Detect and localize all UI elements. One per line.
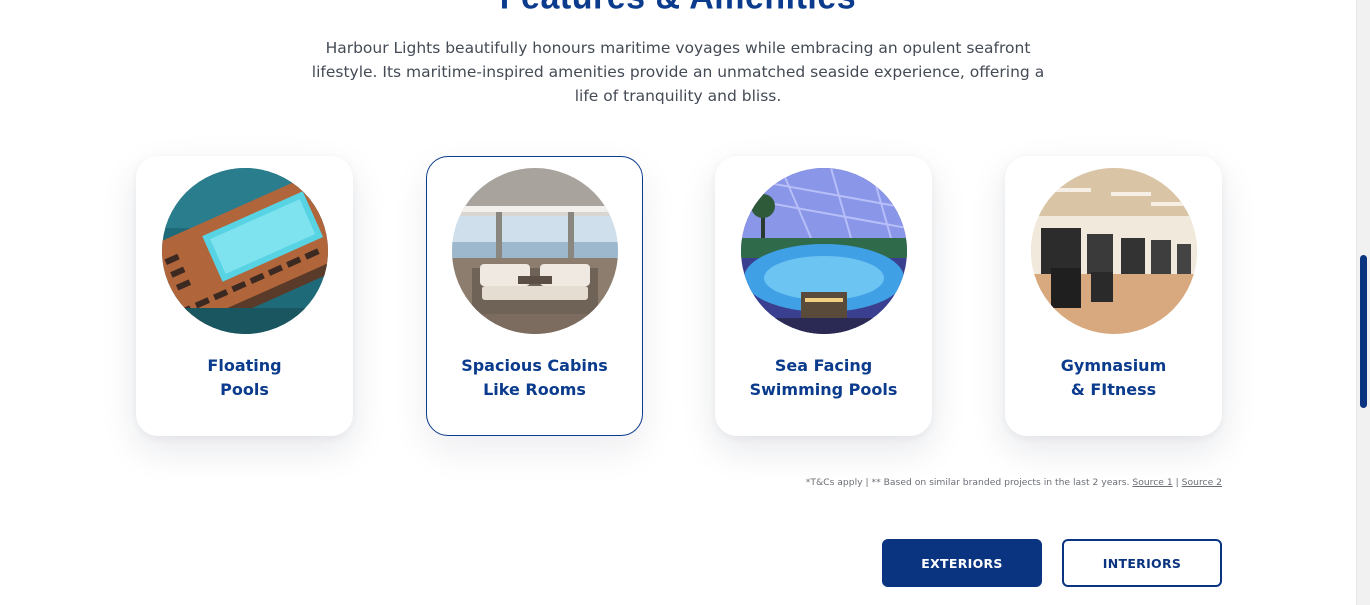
amenity-card-sea-facing-pools[interactable]: Sea Facing Swimming Pools (715, 156, 932, 436)
page-scrollbar[interactable] (1356, 0, 1370, 605)
amenity-card-spacious-cabins[interactable]: Spacious Cabins Like Rooms (426, 156, 643, 436)
scrollbar-thumb[interactable] (1360, 255, 1367, 408)
exteriors-button[interactable]: EXTERIORS (882, 539, 1042, 587)
floating-pool-photo (162, 168, 328, 334)
source-2-link[interactable]: Source 2 (1182, 477, 1222, 488)
amenity-card-title: Spacious Cabins Like Rooms (461, 356, 608, 399)
amenity-card-title: Gymnasium & FItness (1060, 356, 1167, 399)
disclaimer-text: *T&Cs apply | ** Based on similar brande… (806, 477, 1222, 488)
cabin-lounge-photo (452, 168, 618, 334)
amenity-card-gymnasium[interactable]: Gymnasium & FItness (1005, 156, 1222, 436)
indoor-pool-photo (741, 168, 907, 334)
amenity-card-floating-pools[interactable]: Floating Pools (136, 156, 353, 436)
amenity-card-title: Sea Facing Swimming Pools (749, 356, 898, 399)
section-heading: Features & Amenities (0, 0, 1356, 18)
interiors-button[interactable]: INTERIORS (1062, 539, 1222, 587)
disclaimer-separator: | (1175, 477, 1179, 488)
section-intro: Harbour Lights beautifully honours marit… (311, 39, 1045, 105)
disclaimer-note: *T&Cs apply | ** Based on similar brande… (805, 477, 1130, 488)
gym-photo (1031, 168, 1197, 334)
source-1-link[interactable]: Source 1 (1132, 477, 1172, 488)
amenity-card-title: Floating Pools (207, 356, 282, 399)
features-amenities-section: Features & Amenities Harbour Lights beau… (0, 0, 1370, 605)
